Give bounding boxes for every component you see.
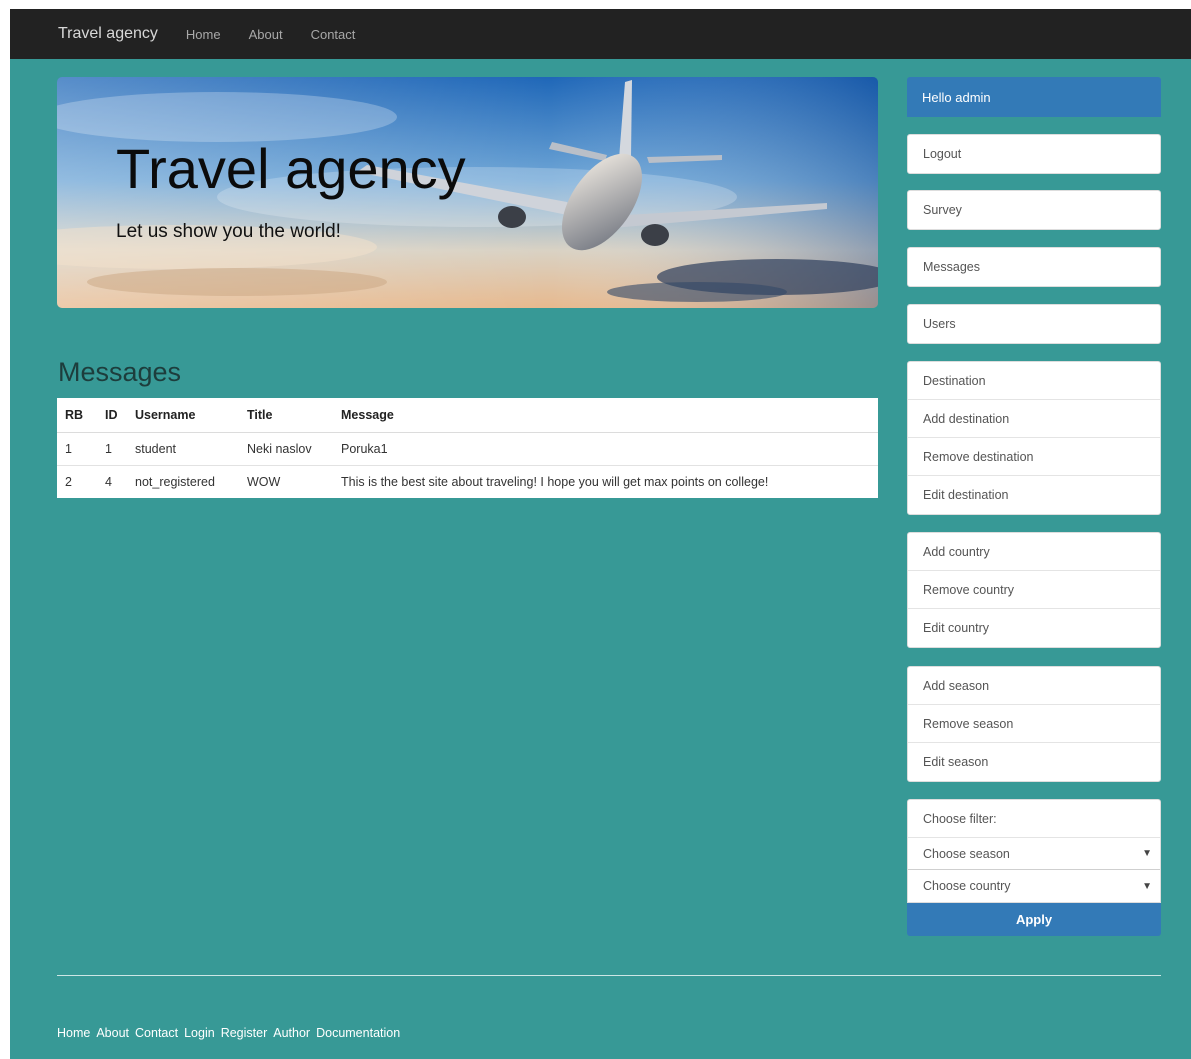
sidebar-item-add-season[interactable]: Add season bbox=[908, 667, 1160, 705]
sidebar-item-add-country[interactable]: Add country bbox=[908, 533, 1160, 571]
sidebar-item-logout[interactable]: Logout bbox=[908, 135, 1160, 173]
filter-panel: Choose filter: Choose season ▼ Choose co… bbox=[907, 799, 1161, 936]
cell-rb: 2 bbox=[57, 465, 97, 498]
column-header-title: Title bbox=[239, 398, 333, 433]
hero-subtitle: Let us show you the world! bbox=[116, 221, 341, 242]
footer-divider bbox=[57, 975, 1161, 976]
column-header-username: Username bbox=[127, 398, 239, 433]
nav-link-contact[interactable]: Contact bbox=[311, 27, 356, 42]
country-select[interactable]: Choose country ▼ bbox=[908, 870, 1160, 902]
apply-button[interactable]: Apply bbox=[907, 903, 1161, 936]
table-row: 2 4 not_registered WOW This is the best … bbox=[57, 465, 878, 498]
nav-link-home[interactable]: Home bbox=[186, 27, 221, 42]
sidebar-item-remove-country[interactable]: Remove country bbox=[908, 571, 1160, 609]
filter-label: Choose filter: bbox=[908, 800, 1160, 838]
footer-nav: Home About Contact Login Register Author… bbox=[57, 1026, 400, 1040]
footer-link-login[interactable]: Login bbox=[184, 1026, 215, 1040]
table-header-row: RB ID Username Title Message bbox=[57, 398, 878, 433]
column-header-id: ID bbox=[97, 398, 127, 433]
hero-banner: Travel agency Let us show you the world! bbox=[57, 77, 878, 308]
season-panel: Add season Remove season Edit season bbox=[907, 666, 1161, 782]
footer-link-documentation[interactable]: Documentation bbox=[316, 1026, 400, 1040]
footer-link-author[interactable]: Author bbox=[273, 1026, 310, 1040]
sidebar-item-edit-destination[interactable]: Edit destination bbox=[908, 476, 1160, 514]
destination-panel: Destination Add destination Remove desti… bbox=[907, 361, 1161, 515]
navbar-brand[interactable]: Travel agency bbox=[58, 25, 158, 43]
footer-link-contact[interactable]: Contact bbox=[135, 1026, 178, 1040]
cell-title: WOW bbox=[239, 465, 333, 498]
column-header-rb: RB bbox=[57, 398, 97, 433]
sidebar-item-add-destination[interactable]: Add destination bbox=[908, 400, 1160, 438]
cell-message: Poruka1 bbox=[333, 432, 878, 466]
survey-panel: Survey bbox=[907, 190, 1161, 230]
navbar: Travel agency Home About Contact bbox=[10, 9, 1191, 59]
season-select[interactable]: Choose season ▼ bbox=[908, 838, 1160, 870]
caret-down-icon: ▼ bbox=[1142, 848, 1152, 859]
sidebar-item-edit-season[interactable]: Edit season bbox=[908, 743, 1160, 781]
cell-title: Neki naslov bbox=[239, 432, 333, 466]
caret-down-icon: ▼ bbox=[1142, 880, 1152, 892]
messages-heading: Messages bbox=[58, 357, 182, 387]
cell-id: 4 bbox=[97, 465, 127, 498]
users-panel: Users bbox=[907, 304, 1161, 344]
sidebar-item-remove-destination[interactable]: Remove destination bbox=[908, 438, 1160, 476]
country-panel: Add country Remove country Edit country bbox=[907, 532, 1161, 648]
messages-panel: Messages bbox=[907, 247, 1161, 287]
cell-username: student bbox=[127, 432, 239, 466]
table-row: 1 1 student Neki naslov Poruka1 bbox=[57, 432, 878, 466]
column-header-message: Message bbox=[333, 398, 878, 433]
cell-id: 1 bbox=[97, 432, 127, 466]
sidebar-item-messages[interactable]: Messages bbox=[908, 248, 1160, 286]
sidebar-item-destination[interactable]: Destination bbox=[908, 362, 1160, 400]
sidebar-item-edit-country[interactable]: Edit country bbox=[908, 609, 1160, 647]
cell-username: not_registered bbox=[127, 465, 239, 498]
nav-link-about[interactable]: About bbox=[249, 27, 283, 42]
sidebar-item-users[interactable]: Users bbox=[908, 305, 1160, 343]
footer-link-about[interactable]: About bbox=[96, 1026, 129, 1040]
season-select-value: Choose season bbox=[923, 846, 1010, 861]
country-select-value: Choose country bbox=[923, 879, 1011, 893]
page: Travel agency Home About Contact Travel … bbox=[10, 9, 1191, 1059]
messages-table: RB ID Username Title Message 1 1 student… bbox=[57, 398, 878, 498]
cell-message: This is the best site about traveling! I… bbox=[333, 465, 878, 498]
greeting-header: Hello admin bbox=[907, 77, 1161, 117]
sidebar-item-survey[interactable]: Survey bbox=[908, 191, 1160, 229]
footer-link-register[interactable]: Register bbox=[221, 1026, 268, 1040]
sidebar-item-remove-season[interactable]: Remove season bbox=[908, 705, 1160, 743]
footer-link-home[interactable]: Home bbox=[57, 1026, 90, 1040]
cell-rb: 1 bbox=[57, 432, 97, 466]
hero-title: Travel agency bbox=[116, 137, 466, 200]
logout-panel: Logout bbox=[907, 134, 1161, 174]
